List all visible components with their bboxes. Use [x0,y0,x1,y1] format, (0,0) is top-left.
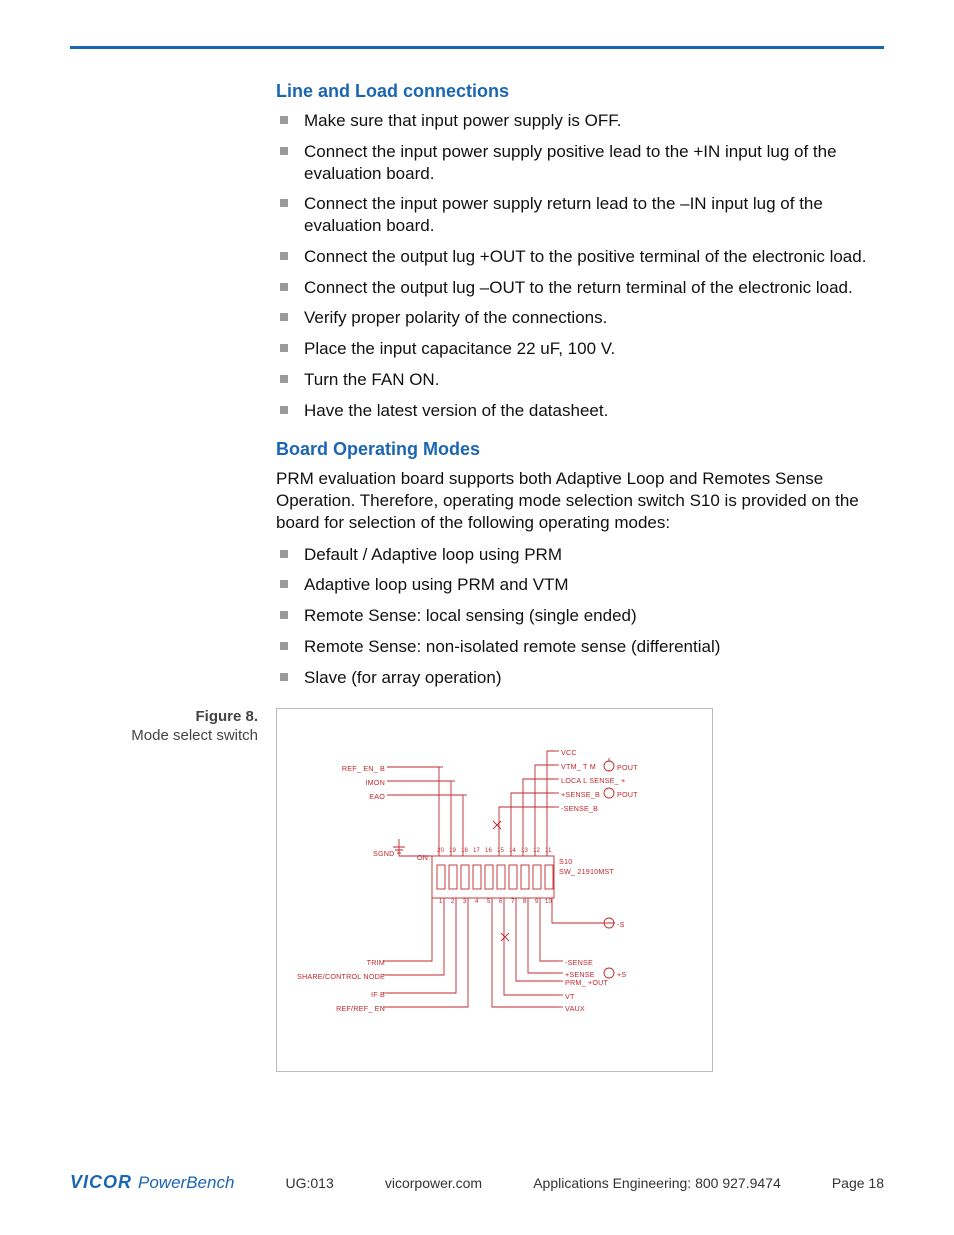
footer-contact: Applications Engineering: 800 927.9474 [533,1175,781,1191]
section-heading-line-load: Line and Load connections [276,81,886,102]
figure-number: Figure 8. [70,708,258,725]
brand-powerbench: PowerBench [138,1173,234,1193]
modes-intro: PRM evaluation board supports both Adapt… [276,468,886,533]
diagram-label: EAO [341,792,385,801]
figure-diagram: REF_ EN_ B IMON EAO SGND VCC VTM_ T M LO… [276,708,713,1072]
diagram-part-label: S10 [559,857,572,866]
diagram-label: VAUX [565,1004,585,1013]
brand-vicor: VICOR [70,1172,132,1193]
list-item: Adaptive loop using PRM and VTM [276,574,886,596]
sw-num: 14 [509,848,516,854]
header-rule [70,46,884,49]
footer-url: vicorpower.com [385,1175,482,1191]
list-item: Slave (for array operation) [276,667,886,689]
sw-num: 10 [545,899,552,905]
diagram-part2-label: SW_ 21910MST [559,867,614,876]
sw-num: 19 [449,848,456,854]
sw-num: 12 [533,848,540,854]
list-item: Turn the FAN ON. [276,369,886,391]
diagram-label: POUT [617,763,638,772]
sw-num: 1 [439,899,443,905]
diagram-label: REF_ EN_ B [341,764,385,773]
list-item: Connect the input power supply return le… [276,193,886,237]
diagram-label: LOCA L SENSE_ + [561,776,625,785]
sw-num: 11 [545,848,552,854]
diagram-label: +SENSE_B [561,790,600,799]
diagram-label: SGND [373,849,395,858]
diagram-label: IF B [297,990,385,999]
footer-doc-id: UG:013 [286,1175,334,1191]
diagram-label: TRIM [297,958,385,967]
diagram-on-label: ON [417,853,428,862]
list-item: Connect the output lug +OUT to the posit… [276,246,886,268]
diagram-label: IMON [341,778,385,787]
diagram-label: -S [617,920,625,929]
sw-num: 5 [487,899,491,905]
diagram-label: +S [617,970,626,979]
line-load-list: Make sure that input power supply is OFF… [276,110,886,421]
sw-num: 8 [523,899,527,905]
sw-num: 15 [497,848,504,854]
sw-num: 13 [521,848,528,854]
list-item: Default / Adaptive loop using PRM [276,544,886,566]
sw-num: 3 [463,899,467,905]
page-footer: VICOR PowerBench UG:013 vicorpower.com A… [70,1172,884,1193]
sw-num: 4 [475,899,479,905]
sw-num: 17 [473,848,480,854]
list-item: Connect the output lug –OUT to the retur… [276,277,886,299]
figure-caption: Figure 8. Mode select switch [70,708,276,1072]
diagram-label: VTM_ T M [561,762,596,771]
figure-row: Figure 8. Mode select switch [70,708,884,1072]
main-content: Line and Load connections Make sure that… [276,81,886,688]
sw-num: 20 [437,848,444,854]
figure-title: Mode select switch [131,727,258,744]
list-item: Connect the input power supply positive … [276,141,886,185]
sw-num: 6 [499,899,503,905]
list-item: Have the latest version of the datasheet… [276,400,886,422]
list-item: Remote Sense: non-isolated remote sense … [276,636,886,658]
brand-logo: VICOR PowerBench [70,1172,234,1193]
diagram-label: VCC [561,748,577,757]
diagram-label: POUT [617,790,638,799]
list-item: Verify proper polarity of the connection… [276,307,886,329]
diagram-label: -SENSE [565,958,593,967]
list-item: Make sure that input power supply is OFF… [276,110,886,132]
diagram-label: -SENSE_B [561,804,598,813]
diagram-label: SHARE/CONTROL NODE [277,972,385,981]
diagram-label: PRM_ +OUT [565,978,608,987]
list-item: Place the input capacitance 22 uF, 100 V… [276,338,886,360]
sw-num: 18 [461,848,468,854]
diagram-label: REF/REF_ EN [297,1004,385,1013]
sw-num: 7 [511,899,515,905]
sw-num: 9 [535,899,539,905]
sw-num: 2 [451,899,455,905]
sw-num: 16 [485,848,492,854]
list-item: Remote Sense: local sensing (single ende… [276,605,886,627]
section-heading-modes: Board Operating Modes [276,439,886,460]
diagram-label: VT [565,992,575,1001]
footer-page: Page 18 [832,1175,884,1191]
modes-list: Default / Adaptive loop using PRM Adapti… [276,544,886,689]
